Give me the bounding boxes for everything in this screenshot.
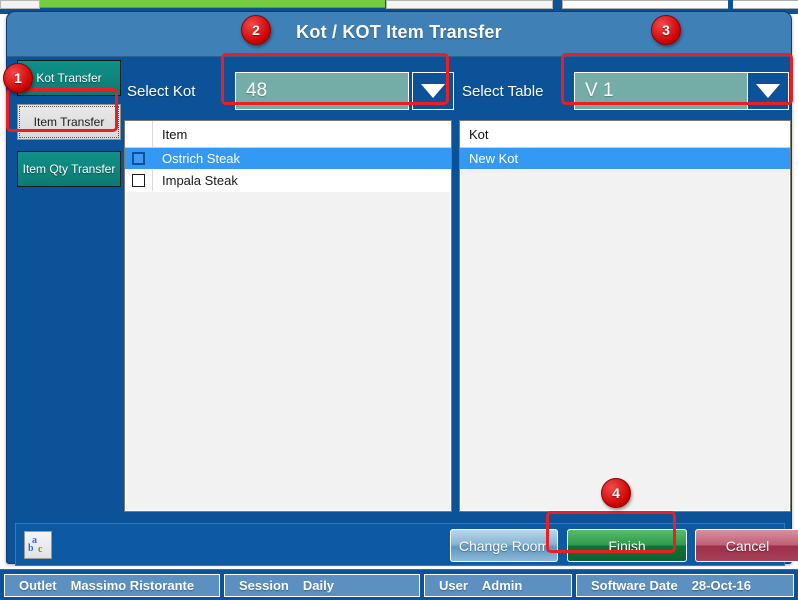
background-panel-mid: [386, 0, 553, 9]
select-table-label: Select Table: [462, 83, 544, 100]
cancel-button[interactable]: Cancel: [695, 529, 798, 562]
table-row[interactable]: Ostrich Steak: [125, 148, 451, 170]
status-value: Admin: [481, 577, 523, 593]
finish-button[interactable]: Finish: [567, 529, 687, 562]
annotation-badge-3: 3: [651, 15, 681, 45]
select-kot-label: Select Kot: [127, 83, 196, 100]
status-key: User: [439, 577, 468, 593]
sidebar-item-label: Item Qty Transfer: [22, 162, 116, 176]
kot-item-transfer-dialog: Kot / KOT Item Transfer Kot Transfer Ite…: [6, 11, 798, 566]
status-cell-outlet: Outlet Massimo Ristorante: [4, 573, 220, 597]
chevron-down-icon: [421, 84, 445, 98]
status-key: Session: [239, 577, 289, 593]
annotation-badge-2: 2: [241, 15, 271, 45]
change-room-button[interactable]: Change Room: [450, 529, 558, 562]
status-cell-user: User Admin: [424, 573, 572, 597]
dialog-button-bar: a b c Change Room Finish Cancel: [15, 523, 798, 566]
select-table-value[interactable]: V 1: [574, 72, 748, 110]
sidebar-item-item-transfer[interactable]: Item Transfer: [17, 104, 121, 140]
status-value: 28-Oct-16: [691, 577, 751, 593]
sidebar-item-label: Kot Transfer: [36, 71, 102, 85]
status-cell-session: Session Daily: [224, 573, 420, 597]
abc-icon-letter-b: b: [28, 543, 34, 554]
annotation-badge-4: 4: [601, 478, 631, 508]
kot-list-panel: Kot New Kot: [459, 120, 791, 512]
item-row-label: Ostrich Steak: [162, 151, 241, 166]
status-value: Massimo Ristorante: [70, 577, 195, 593]
item-row-label: Impala Steak: [162, 173, 238, 188]
sidebar-item-label: Item Transfer: [33, 115, 105, 129]
select-kot-dropdown-button[interactable]: [412, 72, 454, 110]
annotation-badge-1: 1: [3, 63, 33, 93]
checkbox-icon[interactable]: [132, 152, 145, 165]
kot-column-header: Kot: [469, 126, 489, 142]
background-divider-1: [553, 0, 558, 9]
screen-root: Kot / KOT Item Transfer Kot Transfer Ite…: [0, 0, 798, 600]
item-row-checkbox-cell[interactable]: [125, 170, 153, 191]
abc-icon-letter-c: c: [38, 544, 43, 555]
item-row-checkbox-cell[interactable]: [125, 148, 153, 169]
select-kot-value[interactable]: 48: [235, 72, 409, 110]
table-row[interactable]: Impala Steak: [125, 170, 451, 192]
background-divider-2: [728, 0, 733, 9]
list-item[interactable]: New Kot: [460, 148, 790, 170]
kot-list-header: Kot: [460, 121, 790, 148]
kot-row-label: New Kot: [469, 151, 519, 166]
chevron-down-icon: [756, 84, 780, 98]
item-list-panel: Item Ostrich Steak Impala Steak: [124, 120, 452, 512]
background-green-bar: [40, 0, 385, 8]
status-key: Software Date: [591, 577, 678, 593]
item-list-header: Item: [125, 121, 451, 148]
status-bar: Outlet Massimo Ristorante Session Daily …: [0, 569, 798, 600]
item-list-header-checkbox-cell: [125, 121, 153, 147]
select-table-dropdown-button[interactable]: [747, 72, 789, 110]
status-cell-software-date: Software Date 28-Oct-16: [576, 573, 794, 597]
status-key: Outlet: [19, 577, 57, 593]
status-value: Daily: [302, 577, 334, 593]
checkbox-icon[interactable]: [132, 174, 145, 187]
background-panel-right: [562, 0, 798, 9]
sidebar-item-item-qty-transfer[interactable]: Item Qty Transfer: [17, 151, 121, 187]
abc-spellcheck-icon[interactable]: a b c: [24, 531, 52, 559]
background-panel-left: [0, 0, 40, 9]
item-column-header: Item: [162, 126, 188, 142]
